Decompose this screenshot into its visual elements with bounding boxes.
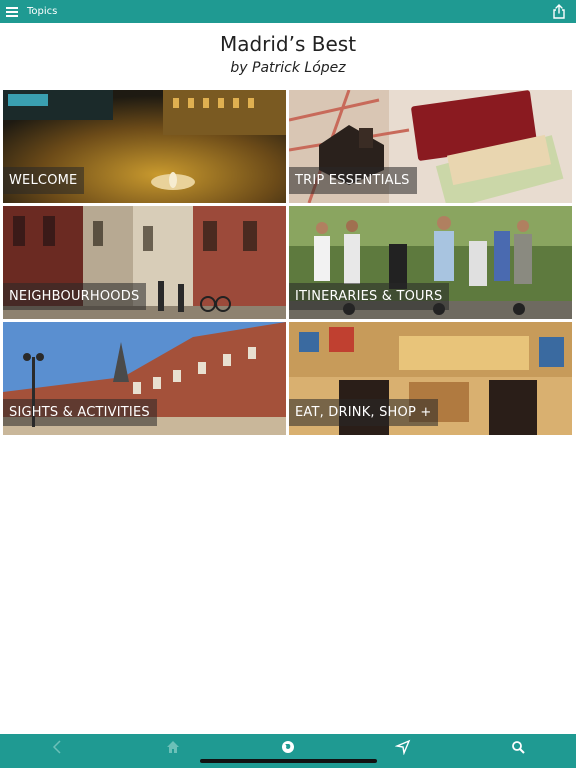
topic-label: SIGHTS & ACTIVITIES (3, 399, 157, 426)
topic-tile-itineraries-tours[interactable]: ITINERARIES & TOURS (289, 206, 572, 319)
share-icon[interactable] (552, 4, 566, 19)
topic-tile-eat-drink-shop[interactable]: EAT, DRINK, SHOP + (289, 322, 572, 435)
topic-label: EAT, DRINK, SHOP + (289, 399, 439, 426)
location-arrow-icon[interactable] (395, 739, 411, 755)
page-title: Madrid’s Best (219, 32, 357, 56)
page-author: by Patrick López (230, 60, 346, 76)
search-icon[interactable] (510, 739, 526, 755)
topic-tile-neighbourhoods[interactable]: NEIGHBOURHOODS (3, 206, 286, 319)
topic-tile-welcome[interactable]: WELCOME (3, 90, 286, 203)
topic-label: WELCOME (3, 167, 85, 194)
back-arrow-icon[interactable] (50, 739, 66, 755)
hamburger-menu-icon[interactable] (6, 7, 18, 17)
top-bar: Topics (0, 0, 576, 23)
topic-tile-sights-activities[interactable]: SIGHTS & ACTIVITIES (3, 322, 286, 435)
home-indicator (200, 759, 377, 763)
home-icon[interactable] (165, 739, 181, 755)
topic-label: TRIP ESSENTIALS (289, 167, 417, 194)
topic-label: ITINERARIES & TOURS (289, 283, 450, 310)
topic-tile-trip-essentials[interactable]: TRIP ESSENTIALS (289, 90, 572, 203)
topbar-title: Topics (27, 6, 58, 17)
globe-icon[interactable] (280, 739, 296, 755)
topic-label: NEIGHBOURHOODS (3, 283, 147, 310)
